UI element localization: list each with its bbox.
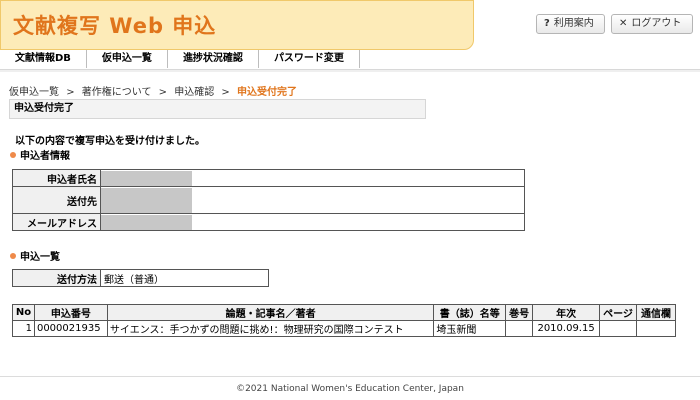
col-header-title-author: 論題・記事名／著者 [106,304,435,321]
applicant-table: 申込者氏名 送付先 メールアドレス [12,169,525,231]
delivery-method-value: 郵送（普通） [100,269,269,287]
logout-label: ログアウト [631,18,682,29]
breadcrumb-separator: > [221,87,230,98]
order-year: 2010.09.15 [532,320,601,337]
orders-header-row: No 申込番号 論題・記事名／著者 書（誌）名等 巻号 年次 ページ 通信欄 [12,304,676,321]
main-nav: 文献情報DB 仮申込一覧 進捗状況確認 パスワード変更 [0,50,360,68]
breadcrumb-current: 申込受付完了 [237,87,297,98]
masked-value [101,214,192,230]
site-logo: 文献複写 Web 申込 [0,0,474,50]
nav-divider [0,69,700,72]
orders-table: No 申込番号 論題・記事名／著者 書（誌）名等 巻号 年次 ページ 通信欄 1… [12,304,676,337]
order-page [599,320,637,337]
breadcrumb-separator: > [66,87,75,98]
order-title-author: サイエンス：手つかずの問題に挑め!：物理研究の国際コンテスト [106,320,435,337]
order-notes [636,320,676,337]
help-label: 利用案内 [553,18,594,29]
order-journal: 埼玉新聞 [433,320,507,337]
order-volume [505,320,534,337]
applicant-name-label: 申込者氏名 [12,169,101,187]
nav-item-progress-status[interactable]: 進捗状況確認 [168,50,259,68]
col-header-volume: 巻号 [505,304,534,321]
help-button[interactable]: ? 利用案内 [536,14,605,34]
breadcrumb-confirm[interactable]: 申込確認 [174,87,214,98]
logout-button[interactable]: ✕ ログアウト [611,14,693,34]
breadcrumb: 仮申込一覧 > 著作権について > 申込確認 > 申込受付完了 [9,86,297,99]
applicant-email-label: メールアドレス [12,213,101,231]
applicant-section-heading: 申込者情報 [10,151,70,163]
col-header-no: No [12,304,35,321]
delivery-method-label: 送付方法 [12,269,101,287]
bullet-icon [10,152,16,158]
masked-value [101,187,192,213]
confirmation-message: 以下の内容で複写申込を受け付けました。 [15,136,205,147]
col-header-journal: 書（誌）名等 [433,304,507,321]
applicant-address-label: 送付先 [12,186,101,214]
close-icon: ✕ [619,18,628,29]
request-list-heading-text: 申込一覧 [20,252,60,263]
nav-item-provisional-list[interactable]: 仮申込一覧 [87,50,168,68]
col-header-page: ページ [599,304,637,321]
breadcrumb-provisional-list[interactable]: 仮申込一覧 [9,87,59,98]
applicant-row-email: メールアドレス [12,213,525,231]
col-header-notes: 通信欄 [636,304,676,321]
site-title: 文献複写 Web 申込 [13,14,217,38]
bullet-icon [10,253,16,259]
page-title: 申込受付完了 [9,99,426,119]
breadcrumb-separator: > [158,87,168,98]
footer-divider [0,376,700,377]
order-no: 1 [12,320,35,337]
applicant-row-address: 送付先 [12,186,525,214]
delivery-method-row: 送付方法 郵送（普通） [12,269,269,287]
table-row: 1 0000021935 サイエンス：手つかずの問題に挑め!：物理研究の国際コン… [12,320,676,337]
footer-copyright: ©2021 National Women's Education Center,… [236,384,464,394]
applicant-email-value [100,213,525,231]
nav-item-password-change[interactable]: パスワード変更 [259,50,360,68]
applicant-address-value [100,186,525,214]
delivery-method-table: 送付方法 郵送（普通） [12,269,269,287]
applicant-row-name: 申込者氏名 [12,169,525,187]
col-header-request-number: 申込番号 [33,304,108,321]
question-icon: ? [544,18,550,29]
breadcrumb-copyright[interactable]: 著作権について [82,87,152,98]
applicant-heading-text: 申込者情報 [20,151,70,162]
applicant-name-value [100,169,525,187]
order-request-number: 0000021935 [33,320,108,337]
masked-value [101,170,192,186]
col-header-year: 年次 [532,304,601,321]
request-list-heading: 申込一覧 [10,252,60,264]
nav-item-literature-db[interactable]: 文献情報DB [0,50,87,68]
